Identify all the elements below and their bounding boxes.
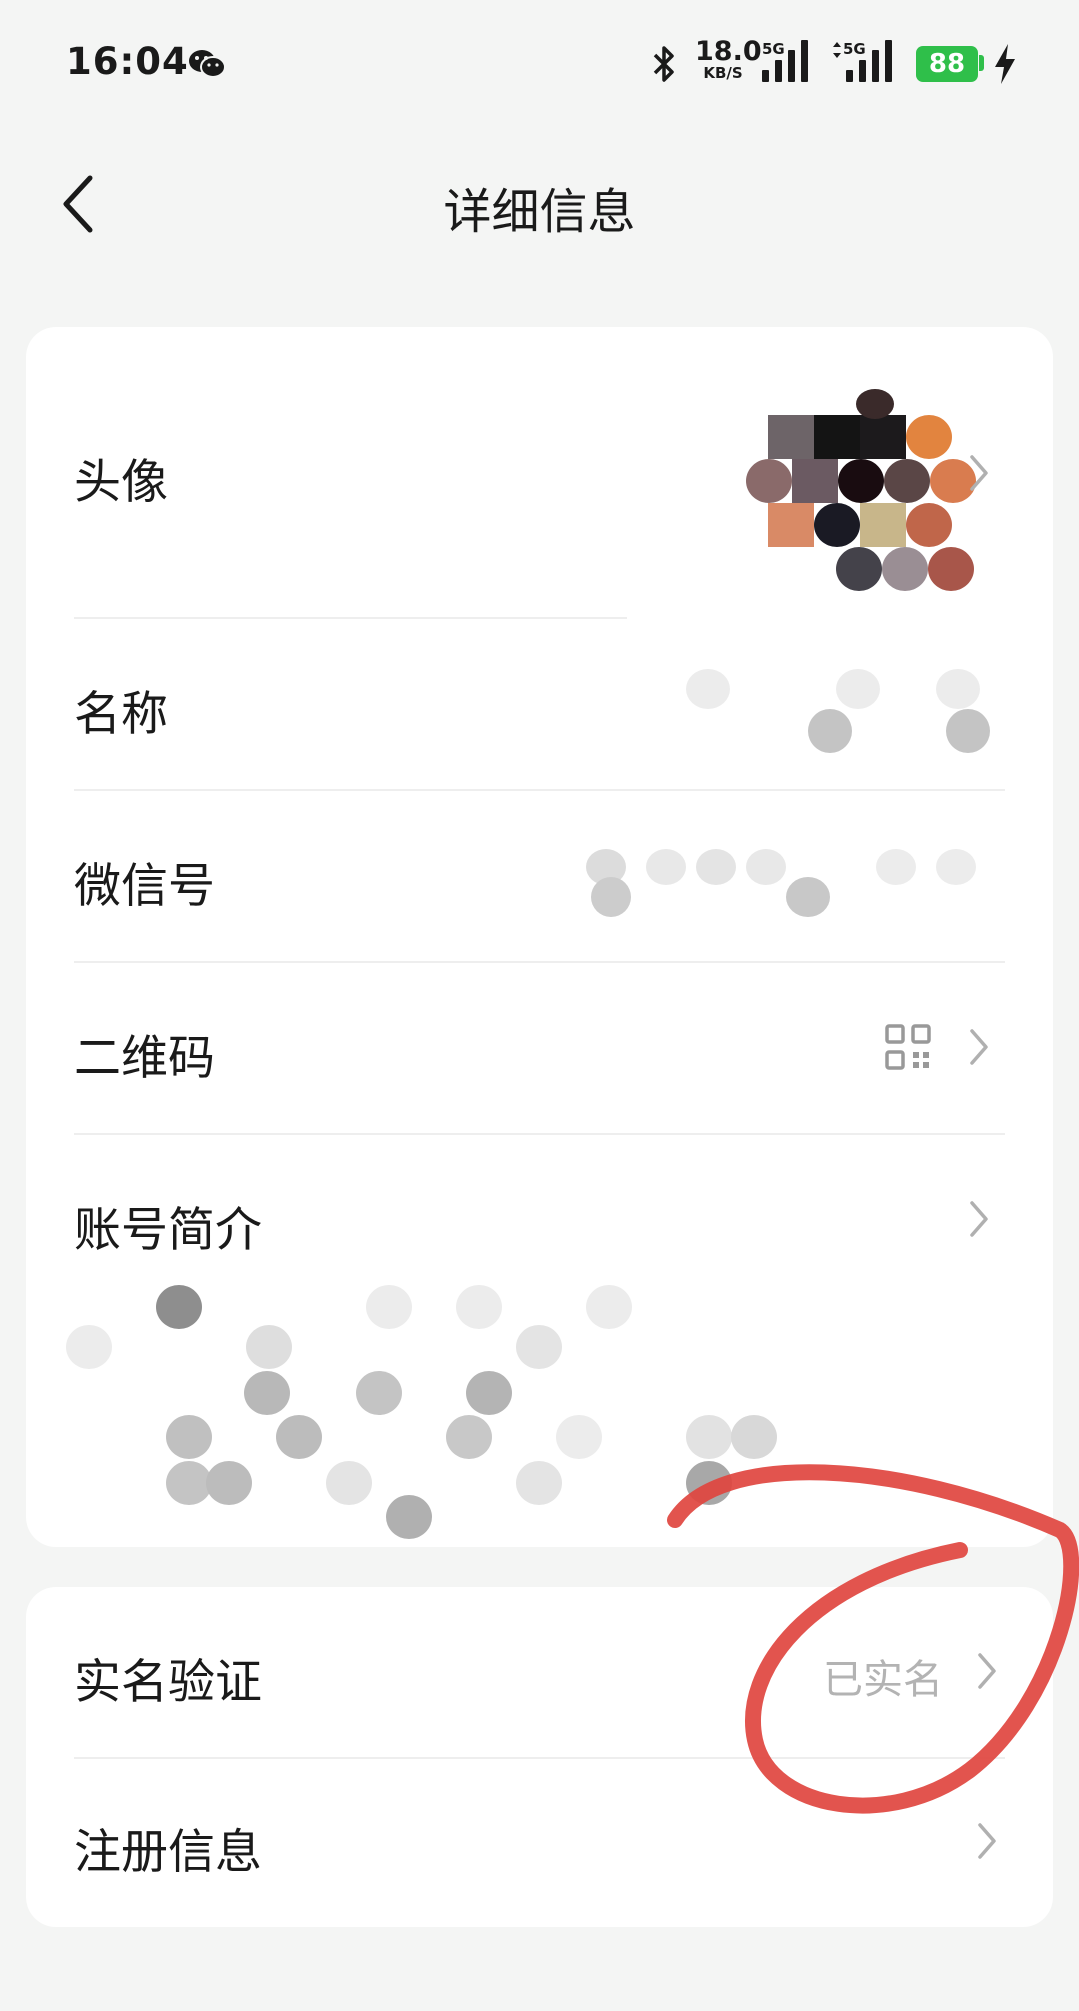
- avatar-row[interactable]: 头像: [26, 327, 1053, 619]
- row-label: 账号简介: [74, 1203, 262, 1258]
- qr-code-row[interactable]: 二维码: [26, 963, 1053, 1135]
- status-bar: 16:04 18.0 KB/S 5G 5G 88: [0, 0, 1079, 126]
- name-row[interactable]: 名称: [26, 619, 1053, 791]
- account-intro-obscured: [46, 1285, 946, 1539]
- chevron-right-icon: [970, 1201, 988, 1237]
- profile-card: 头像 名称 微信号 二维码 账号简介: [26, 327, 1053, 1547]
- network-speed: 18.0 KB/S: [695, 36, 762, 82]
- row-label: 名称: [74, 687, 168, 742]
- real-name-verify-row[interactable]: 实名验证 已实名: [26, 1587, 1053, 1759]
- name-obscured: [646, 649, 1026, 753]
- page-title: 详细信息: [443, 184, 636, 240]
- charging-icon: [995, 44, 1015, 84]
- avatar: [746, 375, 976, 595]
- battery-icon: 88: [916, 46, 978, 82]
- row-label: 二维码: [74, 1031, 215, 1086]
- row-label: 注册信息: [74, 1825, 262, 1880]
- wechat-notification-icon: [189, 50, 226, 78]
- chevron-right-icon: [978, 1653, 996, 1689]
- bluetooth-icon: [653, 46, 674, 82]
- verified-status: 已实名: [823, 1657, 943, 1703]
- chevron-right-icon: [970, 455, 988, 491]
- qr-code-icon: [885, 1024, 931, 1070]
- chevron-right-icon: [970, 1029, 988, 1065]
- signal-icon: 5G: [832, 40, 902, 84]
- wechat-id-row[interactable]: 微信号: [26, 791, 1053, 963]
- status-time: 16:04: [66, 40, 189, 83]
- registration-info-row[interactable]: 注册信息: [26, 1759, 1053, 1927]
- chevron-right-icon: [978, 1823, 996, 1859]
- battery-cap: [979, 55, 984, 71]
- account-intro-row[interactable]: 账号简介: [26, 1135, 1053, 1547]
- row-label: 实名验证: [74, 1655, 262, 1710]
- signal-icon: 5G: [762, 40, 820, 84]
- row-label: 头像: [74, 455, 168, 510]
- wechat-id-obscured: [586, 841, 1006, 941]
- verification-card: 实名验证 已实名 注册信息: [26, 1587, 1053, 1927]
- row-label: 微信号: [74, 859, 215, 914]
